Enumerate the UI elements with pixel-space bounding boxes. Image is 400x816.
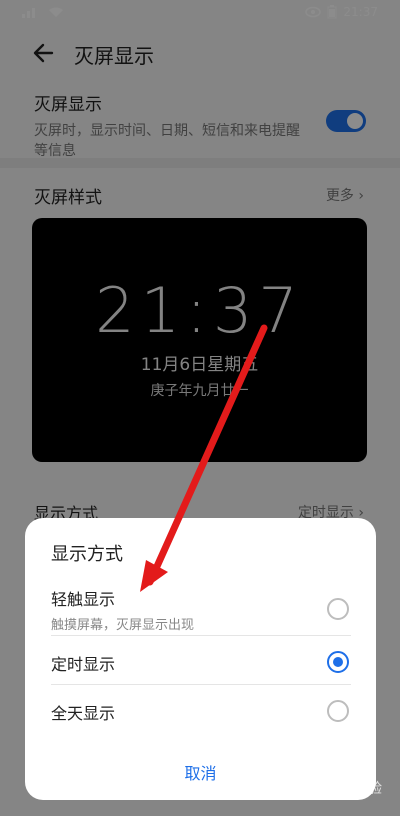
option-divider [51,635,351,636]
radio-all-day-display[interactable] [327,700,349,722]
baidu-watermark: Baidu 经验 [309,781,382,797]
radio-scheduled-display[interactable] [327,651,349,673]
display-mode-dialog: 显示方式 轻触显示 触摸屏幕，灭屏显示出现 定时显示 全天显示 取消 [25,518,376,800]
option-label: 全天显示 [51,704,116,723]
option-all-day-display[interactable]: 全天显示 [51,700,351,724]
option-divider [51,684,351,685]
dialog-title: 显示方式 [51,544,123,565]
option-scheduled-display[interactable]: 定时显示 [51,651,351,675]
option-description: 触摸屏幕，灭屏显示出现 [51,618,195,633]
radio-touch-display[interactable] [327,598,349,620]
option-label: 定时显示 [51,655,116,674]
option-touch-display[interactable]: 轻触显示 触摸屏幕，灭屏显示出现 [51,586,351,633]
option-label: 轻触显示 [51,590,116,609]
